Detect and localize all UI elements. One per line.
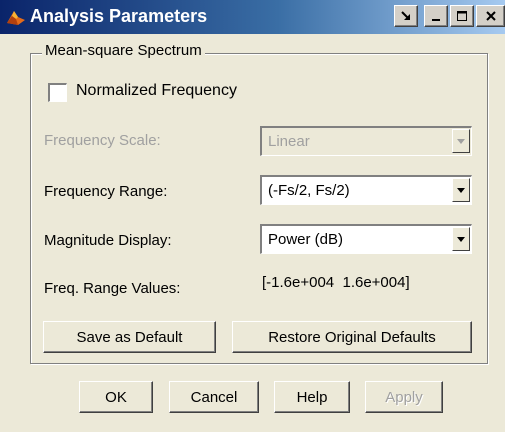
chevron-down-icon bbox=[457, 187, 465, 193]
frequency-scale-label: Frequency Scale: bbox=[44, 132, 161, 149]
title-bar[interactable]: Analysis Parameters bbox=[0, 0, 505, 34]
close-icon bbox=[485, 11, 496, 21]
chevron-down-icon bbox=[457, 138, 465, 144]
apply-button[interactable]: Apply bbox=[365, 381, 443, 413]
dropdown-arrow-button[interactable] bbox=[452, 129, 470, 153]
frequency-scale-dropdown[interactable]: Linear bbox=[260, 126, 472, 156]
window-title: Analysis Parameters bbox=[30, 6, 208, 26]
help-button[interactable]: Help bbox=[274, 381, 350, 413]
dropdown-arrow-button[interactable] bbox=[452, 178, 470, 202]
magnitude-display-value: Power (dB) bbox=[268, 231, 344, 248]
matlab-logo-icon bbox=[7, 11, 25, 25]
normalized-frequency-checkbox[interactable] bbox=[48, 83, 67, 102]
freq-range-values-text: [-1.6e+004 1.6e+004] bbox=[262, 274, 410, 291]
restore-original-defaults-button[interactable]: Restore Original Defaults bbox=[232, 321, 472, 353]
minimize-icon bbox=[432, 19, 440, 21]
frequency-range-value: (-Fs/2, Fs/2) bbox=[268, 182, 350, 199]
cancel-button[interactable]: Cancel bbox=[169, 381, 259, 413]
minimize-button[interactable] bbox=[424, 5, 448, 27]
close-button[interactable] bbox=[476, 5, 505, 27]
dock-arrow-icon bbox=[401, 11, 410, 20]
frequency-scale-value: Linear bbox=[268, 133, 310, 150]
save-as-default-button[interactable]: Save as Default bbox=[43, 321, 216, 353]
normalized-frequency-label[interactable]: Normalized Frequency bbox=[76, 82, 237, 100]
maximize-icon bbox=[457, 11, 467, 21]
dropdown-arrow-button[interactable] bbox=[452, 227, 470, 251]
frequency-range-dropdown[interactable]: (-Fs/2, Fs/2) bbox=[260, 175, 472, 205]
magnitude-display-dropdown[interactable]: Power (dB) bbox=[260, 224, 472, 254]
maximize-button[interactable] bbox=[450, 5, 474, 27]
ok-button[interactable]: OK bbox=[79, 381, 153, 413]
group-title: Mean-square Spectrum bbox=[42, 42, 205, 59]
freq-range-values-label: Freq. Range Values: bbox=[44, 280, 181, 297]
dock-button[interactable] bbox=[394, 5, 418, 27]
magnitude-display-label: Magnitude Display: bbox=[44, 232, 172, 249]
frequency-range-label: Frequency Range: bbox=[44, 183, 168, 200]
chevron-down-icon bbox=[457, 236, 465, 242]
